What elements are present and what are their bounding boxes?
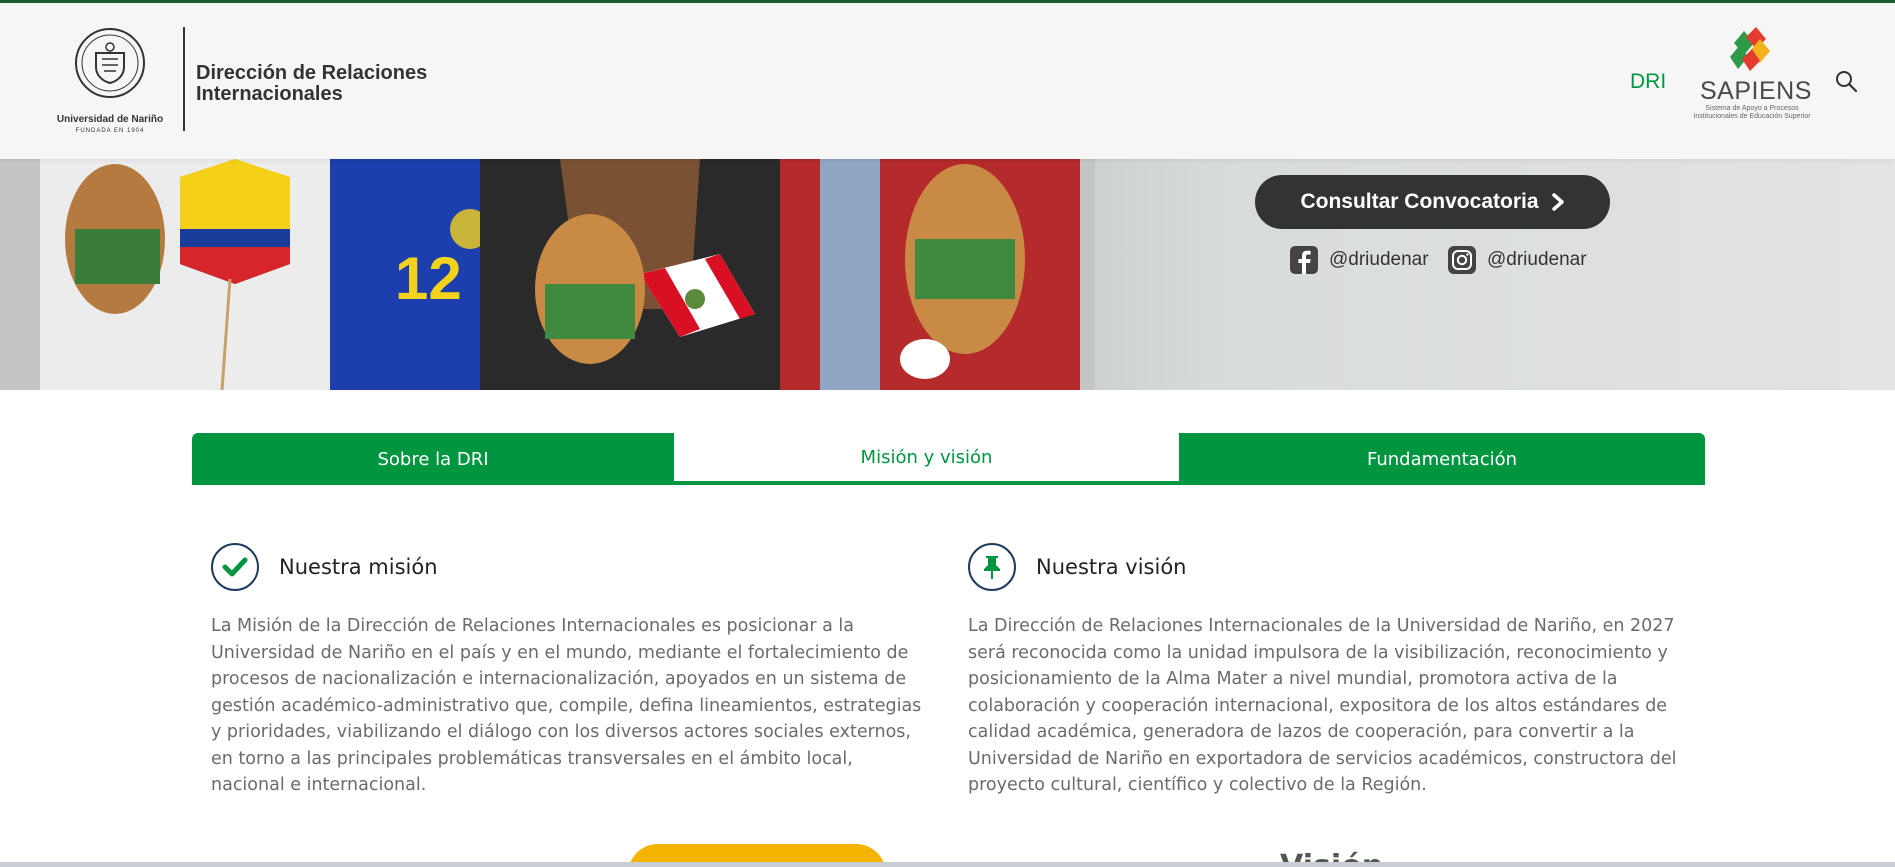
instagram-handle: @driudenar: [1487, 249, 1587, 270]
vision-text: La Dirección de Relaciones Internacional…: [968, 616, 1677, 795]
vision-section: Nuestra visión La Dirección de Relacione…: [968, 543, 1680, 799]
sapiens-logo-link[interactable]: SAPIENS Sistema de Apoyo a Procesos Inst…: [1686, 27, 1816, 127]
sapiens-name: SAPIENS: [1700, 77, 1812, 105]
facebook-link[interactable]: @driudenar: [1289, 245, 1429, 275]
university-logo-tagline: FUNDADA EN 1904: [76, 128, 145, 134]
sapiens-logo-icon: [1730, 27, 1770, 71]
content-tabs: Sobre la DRI Misión y visión Fundamentac…: [192, 433, 1705, 485]
site-title-line1: Dirección de Relaciones: [196, 62, 428, 84]
instagram-link[interactable]: @driudenar: [1447, 245, 1587, 275]
logo-divider: [183, 27, 185, 131]
site-title[interactable]: Dirección de Relaciones Internacionales: [196, 63, 427, 105]
site-header: Universidad de Nariño FUNDADA EN 1904 Di…: [0, 0, 1895, 159]
nav-link-dri[interactable]: DRI: [1630, 70, 1666, 94]
consultar-convocatoria-button[interactable]: Consultar Convocatoria: [1255, 175, 1610, 229]
instagram-icon: [1448, 246, 1476, 274]
sapiens-subtitle: Sistema de Apoyo a Procesos Instituciona…: [1693, 105, 1811, 120]
tab-sobre-la-dri[interactable]: Sobre la DRI: [192, 433, 674, 485]
hero-banner: 12 Consultar Convocatoria @driudenar @dr…: [0, 159, 1895, 390]
site-title-line2: Internacionales: [196, 83, 343, 105]
tab-fundamentacion[interactable]: Fundamentación: [1179, 433, 1705, 485]
cta-label: Consultar Convocatoria: [1300, 190, 1539, 213]
hero-photo: 12: [0, 159, 1095, 390]
search-icon[interactable]: [1834, 69, 1858, 93]
facebook-handle: @driudenar: [1329, 249, 1429, 270]
pin-icon: [968, 543, 1016, 591]
tab-mision-y-vision[interactable]: Misión y visión: [674, 433, 1179, 485]
university-logo[interactable]: Universidad de Nariño FUNDADA EN 1904: [52, 25, 182, 135]
check-icon: [211, 543, 259, 591]
university-logo-name: Universidad de Nariño: [57, 114, 163, 125]
vision-title: Nuestra visión: [1036, 555, 1187, 579]
window-bottom-edge: [0, 862, 1895, 867]
vision-header: Nuestra visión: [968, 543, 1680, 591]
mission-section: Nuestra misión La Misión de la Dirección…: [211, 543, 927, 799]
chevron-right-icon: [1551, 193, 1564, 211]
facebook-icon: [1290, 246, 1318, 274]
mission-text: La Misión de la Dirección de Relaciones …: [211, 616, 922, 795]
svg-text:12: 12: [395, 245, 462, 312]
mission-title: Nuestra misión: [279, 555, 438, 579]
mission-header: Nuestra misión: [211, 543, 927, 591]
